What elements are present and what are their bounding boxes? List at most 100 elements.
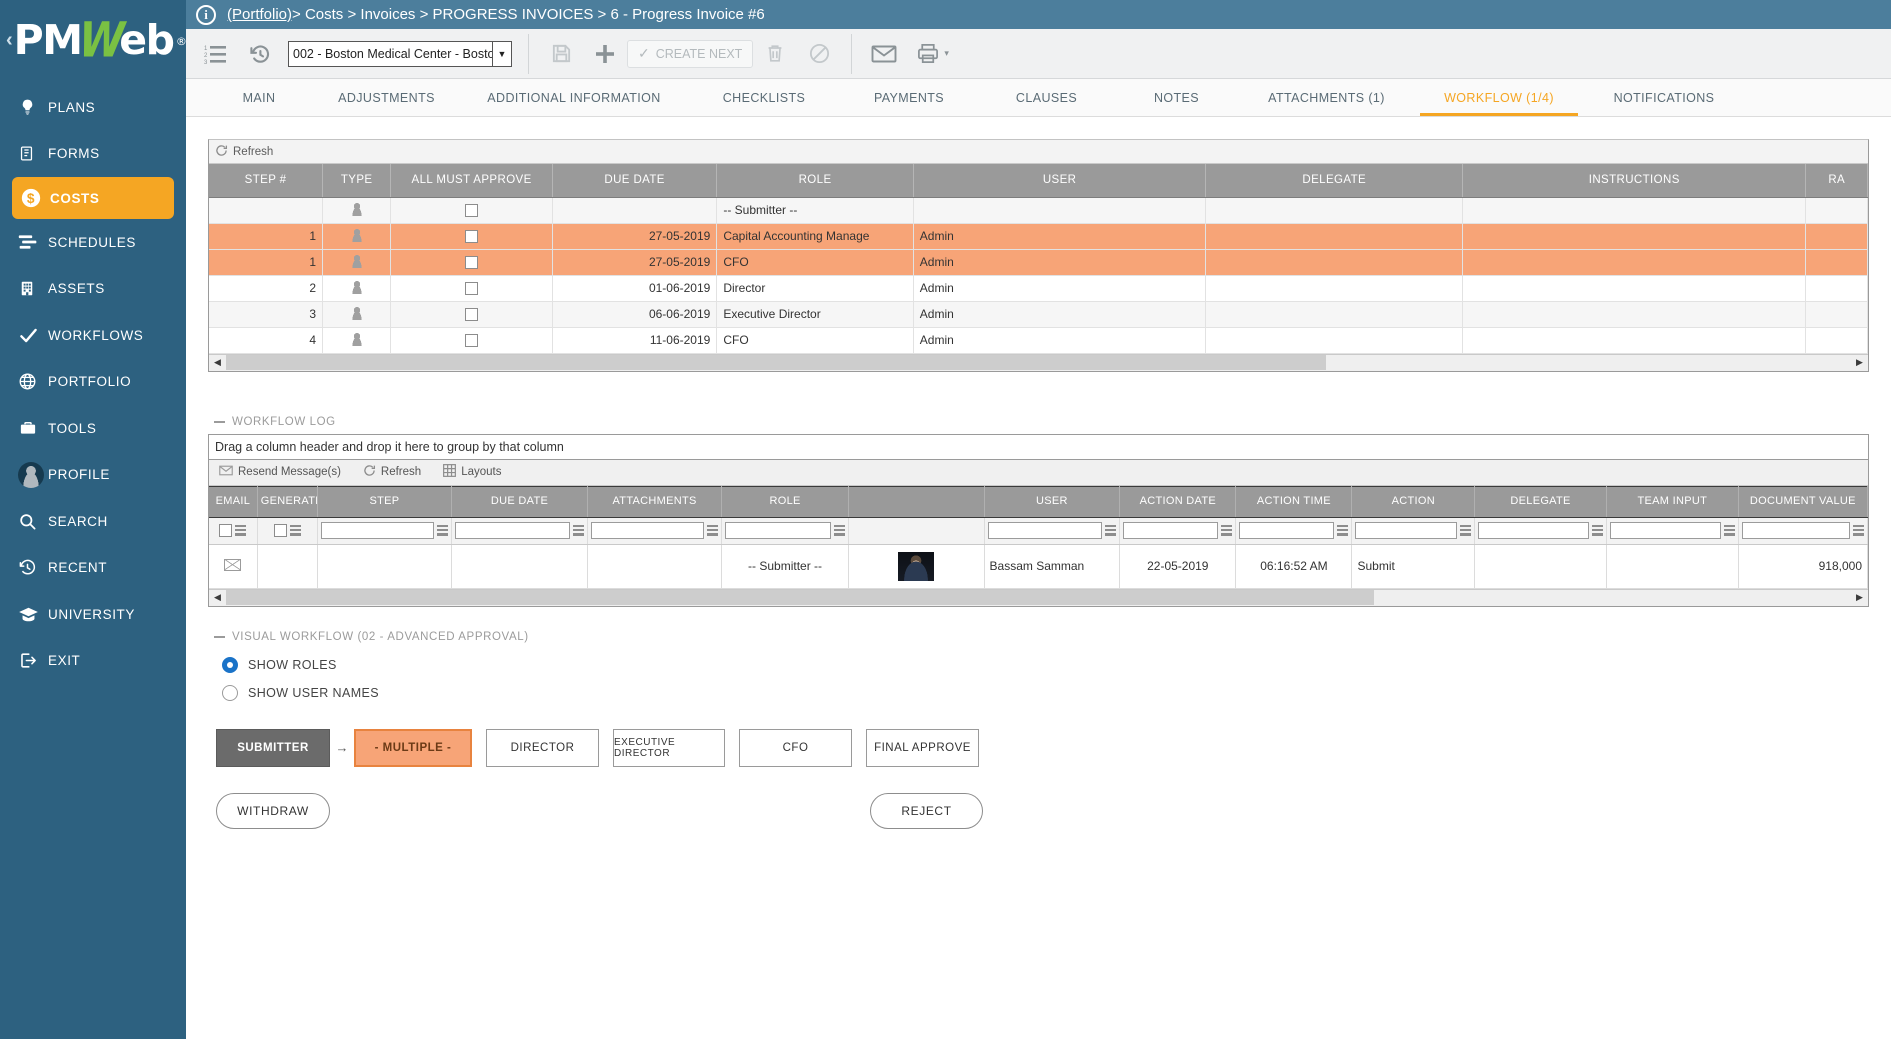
collapse-icon[interactable] [214, 420, 225, 423]
document-value-filter-input[interactable] [1741, 522, 1850, 539]
all-must-approve-checkbox[interactable] [465, 256, 479, 270]
withdraw-button[interactable]: WITHDRAW [216, 792, 330, 829]
scroll-left-icon[interactable]: ◀ [209, 355, 226, 370]
tab-main[interactable]: MAIN [204, 79, 314, 116]
column-header-delegate[interactable]: DELEGATE [1474, 485, 1607, 518]
scroll-right-icon[interactable]: ▶ [1851, 355, 1868, 370]
workflow-log-hscrollbar[interactable]: ◀ ▶ [209, 588, 1868, 606]
delete-button[interactable] [753, 34, 797, 74]
table-row[interactable]: 1 27-05-2019 CFO Admin [209, 249, 1868, 276]
flow-node-director[interactable]: DIRECTOR [486, 728, 599, 767]
chevron-down-icon[interactable]: ▼ [492, 41, 511, 66]
email-filter-checkbox[interactable] [219, 524, 233, 537]
workflow-steps-hscrollbar[interactable]: ◀ ▶ [209, 353, 1868, 371]
filter-icon[interactable] [833, 525, 845, 536]
filter-due-date[interactable] [451, 517, 588, 545]
scroll-thumb[interactable] [226, 590, 1374, 605]
tab-payments[interactable]: PAYMENTS [839, 79, 979, 116]
column-header-user[interactable]: USER [913, 164, 1207, 198]
show-user-names-radio[interactable] [222, 684, 238, 701]
workflow-refresh-button[interactable]: Refresh [215, 144, 273, 160]
column-header-step[interactable]: STEP [317, 485, 453, 518]
column-header-generated[interactable]: GENERATED [257, 485, 318, 518]
envelope-icon[interactable] [224, 558, 242, 571]
app-logo[interactable]: ‹ PMWeb ® [0, 0, 187, 80]
flow-node-final-approve[interactable]: FINAL APPROVE [866, 728, 979, 767]
filter-icon[interactable] [1105, 525, 1117, 536]
filter-email[interactable] [209, 517, 258, 545]
scroll-left-icon[interactable]: ◀ [209, 590, 226, 605]
filter-generated[interactable] [257, 517, 318, 545]
tab-adjustments[interactable]: ADJUSTMENTS [314, 79, 459, 116]
due-date-filter-input[interactable] [455, 522, 570, 539]
column-header-team-input[interactable]: TEAM INPUT [1606, 485, 1739, 518]
tab-attachments[interactable]: ATTACHMENTS (1) [1239, 79, 1414, 116]
print-options-chevron-icon[interactable]: ▾ [944, 48, 949, 59]
table-row[interactable]: 1 27-05-2019 Capital Accounting Manage A… [209, 223, 1868, 250]
flow-node-executive-director[interactable]: EXECUTIVE DIRECTOR [613, 728, 725, 767]
action-time-filter-input[interactable] [1239, 522, 1335, 539]
scroll-right-icon[interactable]: ▶ [1851, 590, 1868, 605]
table-row[interactable]: 3 06-06-2019 Executive Director Admin [209, 301, 1868, 328]
filter-icon[interactable] [1460, 525, 1472, 536]
filter-role[interactable] [721, 517, 849, 545]
column-header-role[interactable]: ROLE [716, 164, 914, 198]
filter-action-date[interactable] [1119, 517, 1237, 545]
all-must-approve-checkbox[interactable] [465, 282, 479, 296]
cell-all-must-approve[interactable] [390, 223, 553, 250]
step-filter-input[interactable] [320, 522, 435, 539]
sidebar-item-profile[interactable]: PROFILE [0, 452, 186, 499]
sidebar-item-forms[interactable]: FORMS [0, 131, 186, 178]
filter-icon[interactable] [572, 525, 584, 536]
cell-all-must-approve[interactable] [390, 301, 553, 328]
column-header-action-date[interactable]: ACTION DATE [1119, 485, 1237, 518]
tab-notes[interactable]: NOTES [1114, 79, 1239, 116]
show-roles-radio[interactable] [222, 656, 238, 673]
layouts-button[interactable]: Layouts [443, 464, 501, 480]
all-must-approve-checkbox[interactable] [465, 204, 479, 218]
column-header-ra[interactable]: RA [1805, 164, 1868, 198]
sidebar-item-schedules[interactable]: SCHEDULES [0, 219, 186, 266]
log-refresh-button[interactable]: Refresh [363, 464, 421, 480]
all-must-approve-checkbox[interactable] [465, 334, 479, 348]
save-button[interactable] [539, 34, 583, 74]
filter-action[interactable] [1351, 517, 1476, 545]
scroll-thumb[interactable] [226, 355, 1326, 370]
tab-clauses[interactable]: CLAUSES [979, 79, 1114, 116]
action-filter-input[interactable] [1355, 522, 1458, 539]
column-header-delegate[interactable]: DELEGATE [1205, 164, 1464, 198]
delegate-filter-input[interactable] [1478, 522, 1589, 539]
sidebar-item-assets[interactable]: ASSETS [0, 266, 186, 313]
all-must-approve-checkbox[interactable] [465, 308, 479, 322]
table-row[interactable]: 2 01-06-2019 Director Admin [209, 275, 1868, 302]
team-input-filter-input[interactable] [1609, 522, 1721, 539]
column-header-action[interactable]: ACTION [1351, 485, 1476, 518]
scroll-track[interactable] [226, 590, 1851, 605]
filter-icon[interactable] [1853, 525, 1864, 536]
column-header-email[interactable]: EMAIL [209, 485, 258, 518]
visual-workflow-section-title[interactable]: VISUAL WORKFLOW (02 - ADVANCED APPROVAL) [214, 631, 1869, 643]
column-header-due-date[interactable]: DUE DATE [451, 485, 588, 518]
sidebar-item-search[interactable]: SEARCH [0, 498, 186, 545]
filter-icon[interactable] [707, 525, 719, 536]
filter-action-time[interactable] [1235, 517, 1353, 545]
project-select[interactable]: 002 - Boston Medical Center - Bosto ▼ [288, 40, 512, 67]
action-date-filter-input[interactable] [1123, 522, 1219, 539]
table-row[interactable]: 4 11-06-2019 CFO Admin [209, 327, 1868, 354]
flow-node-cfo[interactable]: CFO [739, 728, 852, 767]
cell-all-must-approve[interactable] [390, 249, 553, 276]
sidebar-collapse-icon[interactable]: ‹ [6, 30, 13, 50]
generated-filter-checkbox[interactable] [273, 524, 287, 537]
create-next-button[interactable]: ✓ CREATE NEXT [627, 39, 754, 68]
cell-email[interactable] [209, 544, 258, 589]
filter-icon[interactable] [1591, 525, 1603, 536]
add-button[interactable] [583, 34, 627, 74]
filter-icon[interactable] [289, 525, 301, 536]
column-header-user[interactable]: USER [984, 485, 1121, 518]
cell-all-must-approve[interactable] [390, 197, 553, 224]
sidebar-item-workflows[interactable]: WORKFLOWS [0, 312, 186, 359]
column-header-step[interactable]: STEP # [209, 164, 324, 198]
filter-icon[interactable] [235, 525, 247, 536]
column-header-photo[interactable] [848, 485, 985, 518]
filter-step[interactable] [317, 517, 453, 545]
